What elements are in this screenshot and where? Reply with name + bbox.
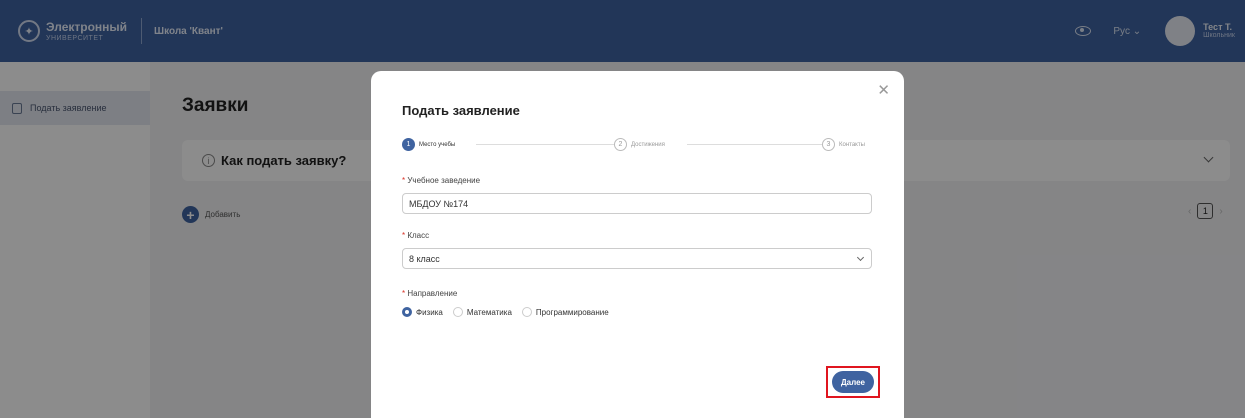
close-icon[interactable]: ✕ bbox=[877, 83, 890, 98]
radio-label: Программирование bbox=[535, 307, 609, 317]
class-select[interactable]: 8 класс bbox=[402, 248, 872, 269]
step-place-of-study: 1 Место учебы bbox=[402, 138, 456, 151]
direction-label: * Направление bbox=[402, 289, 458, 298]
radio-unchecked-icon bbox=[521, 307, 532, 317]
institution-input[interactable]: МБДОУ №174 bbox=[402, 193, 872, 214]
next-button-highlight: Далее bbox=[826, 366, 880, 398]
step-connector bbox=[476, 144, 616, 145]
next-button[interactable]: Далее bbox=[832, 371, 874, 393]
step-achievements: 2 Достижения bbox=[614, 138, 665, 151]
step-contacts: 3 Контакты bbox=[822, 138, 865, 151]
modal-title: Подать заявление bbox=[402, 103, 520, 118]
radio-label: Математика bbox=[466, 307, 512, 317]
institution-label: * Учебное заведение bbox=[402, 176, 481, 185]
step-label: Достижения bbox=[631, 141, 665, 148]
radio-programming[interactable]: Программирование bbox=[521, 307, 609, 317]
radio-checked-icon bbox=[402, 307, 412, 317]
radio-physics[interactable]: Физика bbox=[402, 307, 443, 317]
class-select-value: 8 класс bbox=[409, 253, 440, 264]
radio-unchecked-icon bbox=[452, 307, 463, 317]
step-label: Контакты bbox=[839, 141, 865, 148]
radio-math[interactable]: Математика bbox=[452, 307, 512, 317]
radio-label: Физика bbox=[416, 307, 443, 317]
step-number: 1 bbox=[402, 138, 415, 151]
class-label: * Класс bbox=[402, 231, 430, 240]
chevron-down-icon bbox=[856, 253, 865, 262]
step-number: 3 bbox=[822, 138, 835, 151]
application-modal: ✕ Подать заявление 1 Место учебы 2 Дости… bbox=[371, 71, 904, 418]
step-number: 2 bbox=[614, 138, 627, 151]
direction-radio-group: Физика Математика Программирование bbox=[402, 307, 619, 317]
step-connector bbox=[687, 144, 827, 145]
step-label: Место учебы bbox=[419, 141, 456, 148]
stepper: 1 Место учебы 2 Достижения 3 Контакты bbox=[402, 138, 876, 152]
